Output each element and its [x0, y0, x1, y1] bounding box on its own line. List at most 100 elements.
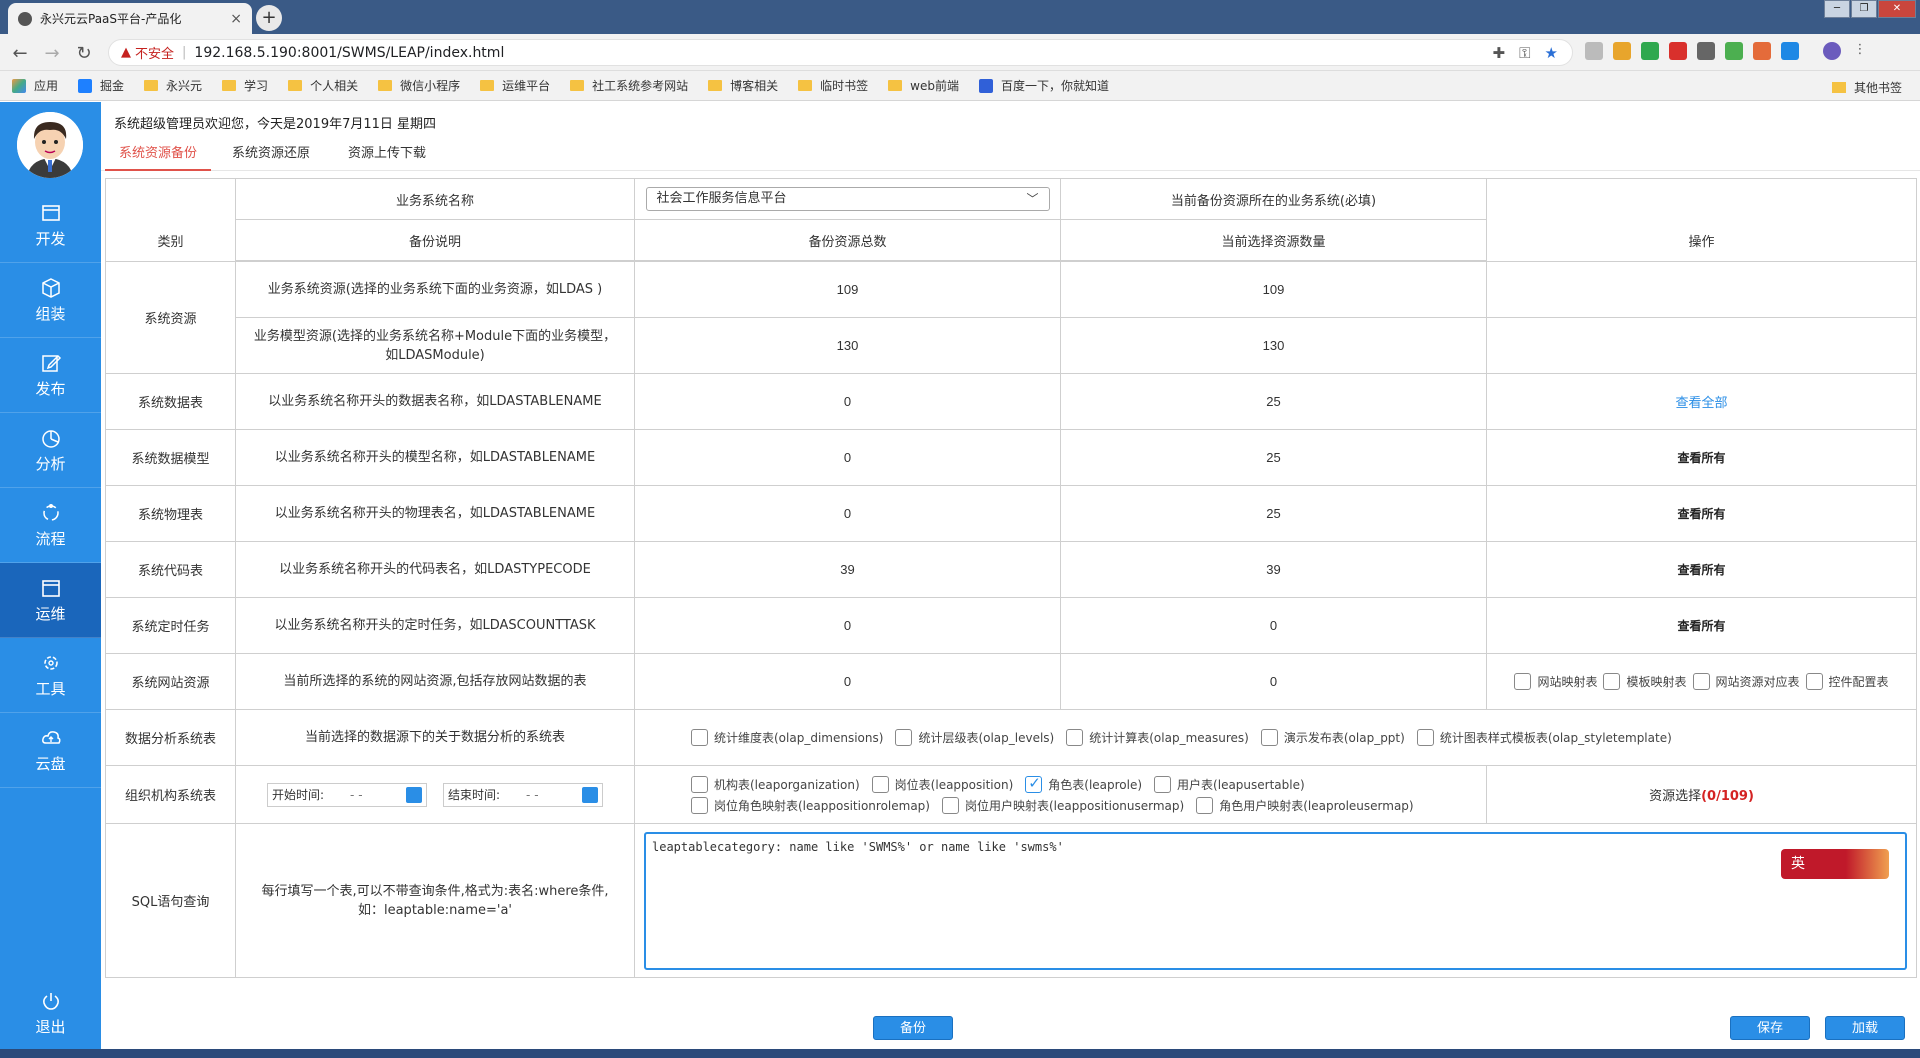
org-option-checkbox[interactable]: 岗位角色映射表(leappositionrolemap) — [691, 796, 930, 814]
extension-chrome-icon[interactable] — [1613, 42, 1631, 60]
checkbox-box[interactable] — [941, 796, 959, 814]
bookmark-folder[interactable]: 博客相关 — [708, 77, 778, 94]
sidebar-item-workflow[interactable]: 流程 — [0, 488, 101, 563]
menu-dots-icon[interactable]: ⋮ — [1851, 42, 1869, 60]
maximize-window-button[interactable]: ❐ — [1851, 0, 1877, 18]
website-option-checkbox[interactable]: 模板映射表 — [1603, 673, 1687, 690]
url-bar[interactable]: ▲ 不安全 | 192.168.5.190:8001/SWMS/LEAP/ind… — [108, 39, 1573, 66]
tab-resource-restore[interactable]: 系统资源还原 — [218, 145, 324, 171]
org-option-checkbox[interactable]: 岗位用户映射表(leappositionusermap) — [941, 796, 1184, 814]
view-all-link[interactable]: 查看所有 — [1677, 451, 1725, 465]
start-date-input[interactable]: 开始时间: - - — [267, 782, 427, 807]
checkbox-box[interactable] — [691, 729, 708, 746]
bookmark-folder[interactable]: 社工系统参考网站 — [570, 77, 688, 94]
org-option-checkbox[interactable]: 用户表(leapusertable) — [1154, 775, 1305, 793]
new-tab-button[interactable]: + — [256, 5, 282, 31]
org-option-checkbox[interactable]: 岗位表(leapposition) — [871, 775, 1013, 793]
tab-resource-backup[interactable]: 系统资源备份 — [105, 145, 212, 171]
sidebar-item-ops[interactable]: 运维 — [0, 563, 101, 638]
bookmark-star-icon[interactable]: ★ — [1545, 44, 1558, 62]
checkbox-box[interactable] — [1260, 729, 1278, 746]
org-option-checkbox[interactable]: 角色表(leaprole) — [1025, 774, 1142, 793]
extension-circle-icon[interactable] — [1697, 42, 1715, 60]
analysis-option-checkbox[interactable]: 统计维度表(olap_dimensions) — [691, 729, 883, 746]
sql-query-textarea[interactable]: leaptablecategory: name like 'SWMS%' or … — [644, 831, 1907, 970]
checkbox-box[interactable] — [691, 796, 708, 814]
checkbox-box[interactable] — [1692, 673, 1710, 690]
checkbox-box[interactable] — [691, 775, 708, 793]
extension-red-icon[interactable] — [1669, 42, 1687, 60]
checkbox-box[interactable] — [1154, 775, 1172, 793]
bookmark-baidu[interactable]: 百度一下，你就知道 — [978, 77, 1109, 94]
sidebar-item-assemble[interactable]: 组装 — [0, 263, 101, 338]
analysis-option-checkbox[interactable]: 演示发布表(olap_ppt) — [1260, 729, 1405, 746]
bookmark-apps[interactable]: 应用 — [12, 77, 58, 94]
view-all-link[interactable]: 查看所有 — [1677, 563, 1725, 577]
key-icon[interactable]: ⚿ — [1519, 44, 1530, 62]
extension-puzzle-icon[interactable]: ✚ — [1493, 44, 1506, 62]
checkbox-box[interactable] — [1066, 729, 1084, 746]
website-option-checkbox[interactable]: 网站资源对应表 — [1692, 673, 1800, 690]
profile-avatar-icon[interactable] — [1823, 42, 1841, 60]
ime-toolbar[interactable]: 英 — [1781, 848, 1889, 879]
forward-arrow-icon[interactable]: → — [42, 43, 62, 64]
checkbox-box[interactable] — [1603, 673, 1621, 690]
extension-evernote-icon[interactable] — [1641, 42, 1659, 60]
org-option-checkbox[interactable]: 机构表(leaporganization) — [691, 775, 860, 793]
website-option-checkbox[interactable]: 控件配置表 — [1805, 673, 1889, 690]
sidebar-item-cloud-drive[interactable]: 云盘 — [0, 713, 101, 788]
checkbox-box[interactable] — [1514, 673, 1532, 690]
checkbox-box[interactable] — [895, 729, 913, 746]
org-option-checkbox[interactable]: 角色用户映射表(leaproleusermap) — [1196, 796, 1414, 814]
view-all-link[interactable]: 查看所有 — [1677, 507, 1725, 521]
sidebar-item-analysis[interactable]: 分析 — [0, 413, 101, 488]
reload-icon[interactable]: ↻ — [74, 43, 94, 64]
other-bookmarks[interactable]: 其他书签 — [1831, 79, 1902, 96]
backup-button[interactable]: 备份 — [873, 1016, 953, 1040]
calendar-icon[interactable] — [406, 786, 422, 803]
bookmark-folder[interactable]: 学习 — [222, 77, 268, 94]
logout-button[interactable]: 退出 — [0, 976, 101, 1051]
checkbox-box[interactable] — [1196, 796, 1214, 814]
extension-orange-icon[interactable] — [1753, 42, 1771, 60]
bookmark-folder[interactable]: 个人相关 — [288, 77, 358, 94]
tab-resource-upload-download[interactable]: 资源上传下载 — [334, 145, 440, 171]
close-window-button[interactable]: ✕ — [1878, 0, 1916, 18]
close-tab-icon[interactable]: × — [230, 11, 242, 27]
view-all-link[interactable]: 查看全部 — [1675, 396, 1727, 411]
extension-blue-icon[interactable] — [1781, 42, 1799, 60]
analysis-option-checkbox[interactable]: 统计计算表(olap_measures) — [1066, 729, 1249, 746]
bookmark-folder[interactable]: 微信小程序 — [378, 77, 460, 94]
checkbox-box[interactable] — [871, 775, 889, 793]
sidebar-item-publish[interactable]: 发布 — [0, 338, 101, 413]
analysis-option-checkbox[interactable]: 统计层级表(olap_levels) — [895, 729, 1054, 746]
extension-v-icon[interactable] — [1585, 42, 1603, 60]
analysis-option-checkbox[interactable]: 统计图表样式模板表(olap_styletemplate) — [1416, 729, 1672, 746]
load-button[interactable]: 加载 — [1825, 1016, 1905, 1040]
resource-selection-count[interactable]: (0/109) — [1701, 789, 1754, 804]
bookmark-folder[interactable]: 临时书签 — [798, 77, 868, 94]
insecure-label[interactable]: 不安全 — [135, 43, 174, 62]
extension-green-icon[interactable] — [1725, 42, 1743, 60]
bookmark-juejin[interactable]: 掘金 — [78, 77, 124, 94]
bookmark-folder[interactable]: 永兴元 — [144, 77, 202, 94]
bookmark-folder[interactable]: web前端 — [888, 77, 959, 94]
website-option-checkbox[interactable]: 网站映射表 — [1514, 673, 1597, 690]
url-text[interactable]: 192.168.5.190:8001/SWMS/LEAP/index.html — [194, 45, 504, 61]
calendar-icon[interactable] — [582, 786, 598, 803]
checkbox-box[interactable] — [1805, 673, 1823, 690]
bookmark-folder[interactable]: 运维平台 — [480, 77, 550, 94]
minimize-window-button[interactable]: ─ — [1824, 0, 1850, 18]
view-all-link[interactable]: 查看所有 — [1677, 619, 1725, 633]
sidebar-item-develop[interactable]: 开发 — [0, 188, 101, 263]
checkbox-box[interactable] — [1416, 729, 1434, 746]
end-date-input[interactable]: 结束时间: - - — [443, 782, 603, 807]
user-avatar[interactable] — [17, 112, 83, 178]
biz-system-select[interactable]: 社会工作服务信息平台 ﹀ — [645, 187, 1050, 211]
save-button[interactable]: 保存 — [1730, 1016, 1810, 1040]
resource-selection-label[interactable]: 资源选择 — [1649, 789, 1701, 804]
checkbox-box-checked[interactable] — [1025, 774, 1043, 793]
sidebar-item-tools[interactable]: 工具 — [0, 638, 101, 713]
back-arrow-icon[interactable]: ← — [10, 43, 30, 64]
browser-tab[interactable]: 永兴元云PaaS平台-产品化 × — [8, 3, 252, 34]
